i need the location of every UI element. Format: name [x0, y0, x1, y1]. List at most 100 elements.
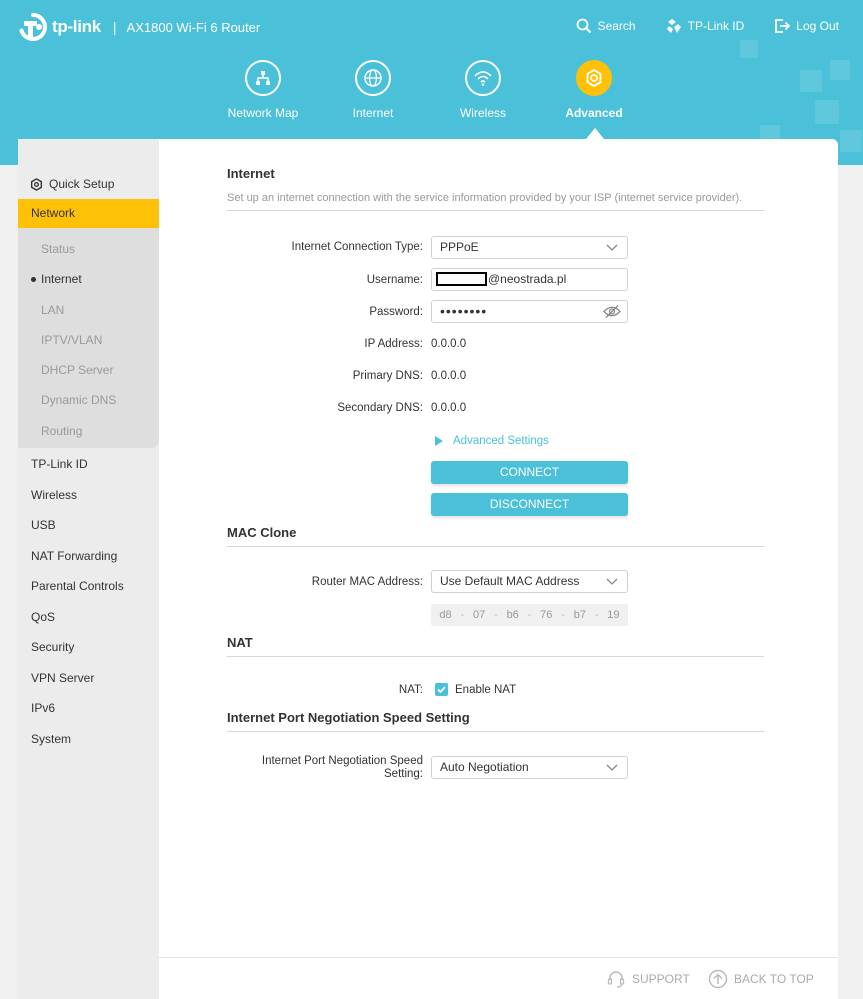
sidebar-subitem-routing[interactable]: Routing [18, 416, 159, 446]
sidebar-subitem-dhcp-server[interactable]: DHCP Server [18, 355, 159, 385]
mac-octet: 76 [540, 609, 553, 621]
sidebar-item-tplink-id[interactable]: TP-Link ID [18, 449, 159, 480]
enable-nat-checkbox[interactable]: Enable NAT [435, 683, 516, 696]
hide-password-eye-icon[interactable] [603, 304, 621, 319]
sidebar-subitem-internet[interactable]: Internet [18, 264, 159, 294]
wifi-icon [465, 60, 501, 96]
router-mac-value: Use Default MAC Address [440, 574, 580, 588]
secondary-dns-label: Secondary DNS: [337, 402, 423, 414]
tplink-id-label: TP-Link ID [687, 19, 745, 33]
primary-dns-value: 0.0.0.0 [431, 370, 467, 382]
password-label: Password: [369, 306, 423, 318]
support-link[interactable]: SUPPORT [606, 969, 690, 989]
sidebar-item-usb[interactable]: USB [18, 510, 159, 541]
connection-type-select[interactable]: PPPoE [431, 236, 628, 259]
brand-separator: | [112, 19, 117, 35]
username-label: Username: [366, 274, 423, 286]
sidebar-item-network[interactable]: Network [18, 199, 159, 228]
advanced-settings-label: Advanced Settings [453, 435, 549, 447]
mac-clone-section-title: MAC Clone [227, 525, 297, 540]
quick-setup-gear-icon [30, 177, 43, 191]
divider [227, 210, 764, 211]
sidebar-main-items: TP-Link ID Wireless USB NAT Forwarding P… [18, 448, 159, 754]
search-label: Search [597, 19, 636, 33]
sidebar-item-parental-controls[interactable]: Parental Controls [18, 571, 159, 602]
chevron-down-icon [606, 578, 618, 585]
globe-icon [355, 60, 391, 96]
sidebar-item-ipv6[interactable]: IPv6 [18, 693, 159, 724]
tplink-id-button[interactable]: TP-Link ID [666, 18, 745, 34]
back-to-top-label: BACK TO TOP [734, 972, 814, 986]
port-speed-label-line2: Setting: [384, 768, 423, 780]
mac-octet: 19 [607, 609, 620, 621]
internet-section-title: Internet [227, 166, 275, 181]
tab-label: Advanced [565, 106, 623, 120]
port-speed-select[interactable]: Auto Negotiation [431, 756, 628, 779]
tab-label: Wireless [459, 106, 506, 120]
redaction-box [436, 272, 487, 286]
mode-tabs: Network Map Internet Wireless Advanced [0, 60, 863, 140]
enable-nat-label: Enable NAT [455, 683, 517, 696]
disconnect-button[interactable]: DISCONNECT [431, 493, 628, 516]
sidebar-item-system[interactable]: System [18, 724, 159, 755]
router-mac-select[interactable]: Use Default MAC Address [431, 570, 628, 593]
mac-octet: b7 [573, 609, 586, 621]
port-speed-section-title: Internet Port Negotiation Speed Setting [227, 710, 470, 725]
primary-dns-label: Primary DNS: [352, 370, 423, 382]
connect-button[interactable]: CONNECT [431, 461, 628, 484]
mac-address-display: d8- 07- b6- 76- b7- 19 [431, 604, 628, 626]
port-speed-value: Auto Negotiation [440, 760, 529, 774]
tab-label: Internet [352, 106, 394, 120]
tp-link-logo-icon [19, 13, 47, 41]
username-field[interactable]: @neostrada.pl [431, 268, 628, 291]
connection-type-label: Internet Connection Type: [291, 241, 424, 253]
sidebar-subitem-status[interactable]: Status [18, 234, 159, 264]
sidebar-subitem-lan[interactable]: LAN [18, 295, 159, 325]
tab-wireless[interactable]: Wireless [428, 60, 538, 120]
divider [227, 656, 764, 657]
search-button[interactable]: Search [576, 18, 636, 34]
advanced-settings-link[interactable]: Advanced Settings [435, 435, 549, 447]
ip-address-label: IP Address: [364, 338, 423, 350]
logout-button[interactable]: Log Out [774, 18, 839, 34]
tab-label: Network Map [227, 106, 299, 120]
expand-triangle-icon [435, 436, 443, 446]
active-tab-pointer [586, 128, 604, 139]
brand-logo-text: tp-link [52, 17, 101, 36]
tab-advanced[interactable]: Advanced [539, 60, 649, 120]
sidebar-item-vpn-server[interactable]: VPN Server [18, 663, 159, 694]
sidebar-subitem-dynamic-dns[interactable]: Dynamic DNS [18, 385, 159, 415]
router-mac-label: Router MAC Address: [311, 576, 423, 588]
divider [227, 731, 764, 732]
logout-icon [775, 19, 791, 33]
tab-network-map[interactable]: Network Map [208, 60, 318, 120]
footer: SUPPORT BACK TO TOP [159, 957, 838, 999]
sidebar-item-qos[interactable]: QoS [18, 602, 159, 633]
ip-address-value: 0.0.0.0 [431, 338, 467, 350]
support-label: SUPPORT [632, 972, 690, 986]
sidebar-subitem-iptv-vlan[interactable]: IPTV/VLAN [18, 325, 159, 355]
sidebar-item-wireless[interactable]: Wireless [18, 480, 159, 511]
password-field[interactable]: •••••••• [431, 300, 628, 323]
gear-icon [576, 60, 612, 96]
tab-internet[interactable]: Internet [318, 60, 428, 120]
chevron-down-icon [606, 764, 618, 771]
mac-octet: b6 [506, 609, 519, 621]
secondary-dns-value: 0.0.0.0 [431, 402, 467, 414]
divider [227, 546, 764, 547]
mac-octet: 07 [472, 609, 486, 621]
back-to-top-link[interactable]: BACK TO TOP [708, 969, 814, 989]
logout-label: Log Out [796, 19, 839, 33]
main-panel: Internet Set up an internet connection w… [159, 139, 838, 957]
network-submenu: Status Internet LAN IPTV/VLAN DHCP Serve… [18, 228, 159, 449]
network-map-icon [245, 60, 281, 96]
sidebar-item-label: Quick Setup [49, 177, 115, 191]
username-value: @neostrada.pl [488, 272, 567, 286]
sidebar-item-nat-forwarding[interactable]: NAT Forwarding [18, 541, 159, 572]
tplink-id-icon [666, 19, 681, 33]
sidebar-item-security[interactable]: Security [18, 632, 159, 663]
brand: tp-link | AX1800 Wi-Fi 6 Router [18, 12, 260, 42]
sidebar-item-quick-setup[interactable]: Quick Setup [18, 169, 159, 199]
support-headset-icon [607, 971, 625, 988]
